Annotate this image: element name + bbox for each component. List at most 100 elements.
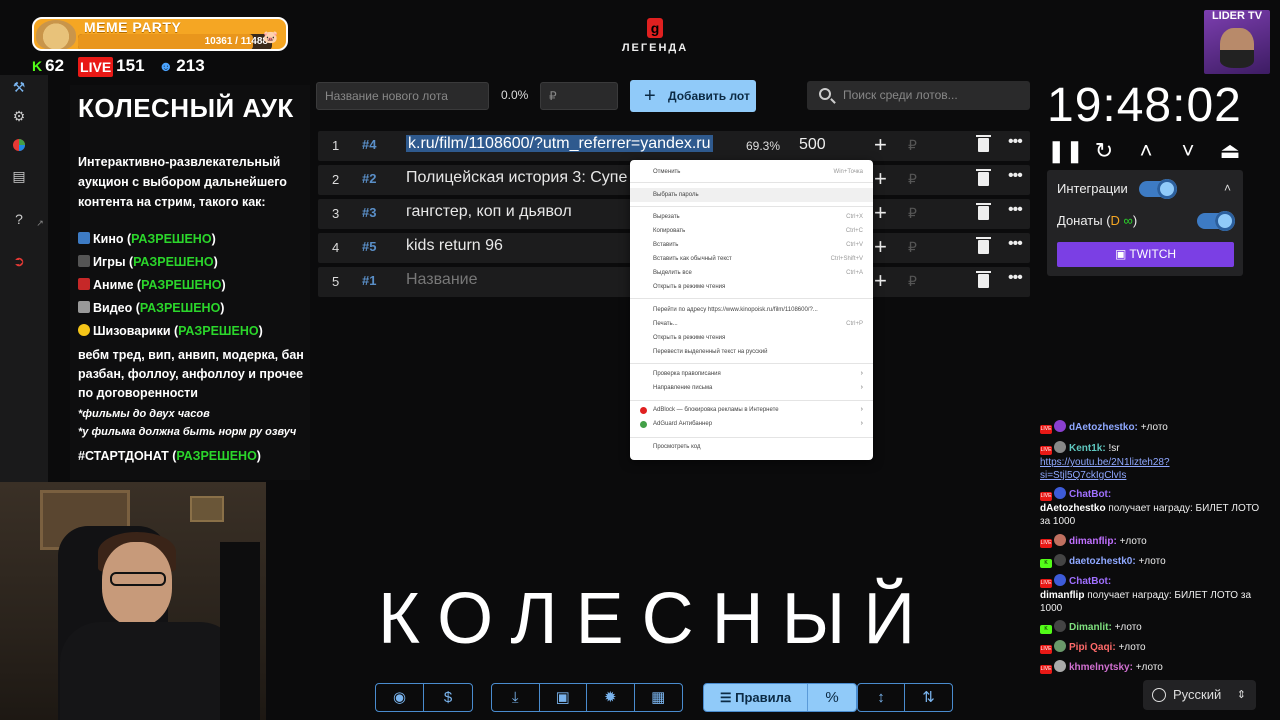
menu-item-select-password[interactable]: Выбрать пароль [653, 192, 699, 198]
menu-item-copy[interactable]: Копировать [653, 228, 685, 234]
avatar [1054, 441, 1066, 453]
menu-item-print[interactable]: Печать... [653, 321, 678, 327]
menu-item-reading-mode-2[interactable]: Открыть в режиме чтения [653, 335, 725, 341]
donate-dollar-icon[interactable]: $ [424, 684, 472, 711]
save-icon[interactable]: ▣ [540, 684, 587, 711]
chat-username[interactable]: daetozhestk0: [1069, 556, 1136, 567]
new-lot-amount-input[interactable]: ₽ [540, 82, 618, 110]
chat-username[interactable]: dAetozhestko: [1069, 422, 1138, 433]
chat-link[interactable]: https://youtu.be/2N1lizteh28?si=Stjl5Q7c… [1040, 457, 1170, 481]
chevron-up-icon[interactable]: ˄ [1224, 181, 1231, 195]
pause-icon[interactable]: ❚❚ [1047, 138, 1084, 164]
add-amount-icon[interactable]: + [874, 268, 887, 294]
compress-icon[interactable]: ↕ [858, 684, 906, 711]
info-item-label: Кино ( [93, 232, 132, 246]
rub-input[interactable]: ₽ [908, 239, 917, 256]
menu-item-adblock[interactable]: AdBlock — блокировка рекламы в Интернете [653, 407, 779, 413]
rub-input[interactable]: ₽ [908, 171, 917, 188]
donations-toggle[interactable] [1197, 211, 1235, 231]
more-icon[interactable]: ••• [1008, 133, 1023, 151]
bug-icon[interactable]: ✹ [587, 684, 635, 711]
menu-separator [630, 182, 873, 183]
menu-item-cut[interactable]: Вырезать [653, 214, 680, 220]
more-icon[interactable]: ••• [1008, 167, 1023, 185]
chat-username[interactable]: khmelnytsky: [1069, 662, 1133, 673]
menu-item-translate[interactable]: Перевести выделенный текст на русский [653, 349, 767, 355]
lot-number: 4 [332, 240, 340, 255]
chat-username[interactable]: Kent1k: [1069, 443, 1106, 454]
menu-item-undo[interactable]: Отменить [653, 169, 680, 175]
menu-item-goto[interactable]: Перейти по адресу https://www.kinopoisk.… [653, 307, 818, 313]
menu-item-spellcheck[interactable]: Проверка правописания [653, 371, 721, 377]
avatar [1054, 534, 1066, 546]
add-amount-icon[interactable]: + [874, 166, 887, 192]
rules-button[interactable]: ☰ Правила [704, 684, 808, 711]
trash-icon[interactable] [976, 203, 991, 220]
live-badge-icon: LIVE [1040, 539, 1052, 548]
trash-icon[interactable] [976, 169, 991, 186]
time-double-up-icon[interactable]: ⏏ [1215, 138, 1245, 164]
wall-painting-small [190, 496, 224, 522]
lot-amount[interactable]: 500 [799, 136, 826, 154]
download-icon[interactable]: ⤓ [492, 684, 540, 711]
chat-username[interactable]: ChatBot: [1069, 489, 1111, 500]
kick-badge-icon: K [1040, 625, 1052, 634]
search-lots-input[interactable]: Поиск среди лотов... [807, 81, 1030, 110]
rub-input[interactable]: ₽ [908, 273, 917, 290]
info-item-tail: ) [221, 278, 226, 292]
reset-icon[interactable]: ↻ [1089, 138, 1119, 164]
rub-input[interactable]: ₽ [908, 137, 917, 154]
chat-username[interactable]: dAetozhestko [1040, 503, 1106, 514]
menu-item-paste-plain[interactable]: Вставить как обычный текст [653, 256, 732, 262]
twitch-button[interactable]: ▣ TWITCH [1057, 242, 1234, 267]
more-icon[interactable]: ••• [1008, 269, 1023, 287]
menu-item-paste[interactable]: Вставить [653, 242, 678, 248]
sort-icon[interactable]: ⇅ [905, 684, 952, 711]
info-item-status: РАЗРЕШЕНО [141, 278, 222, 292]
trash-icon[interactable] [976, 271, 991, 288]
lot-name-input[interactable]: k.ru/film/1108600/?utm_referrer=yandex.r… [406, 135, 726, 153]
menu-item-inspect[interactable]: Просмотреть код [653, 444, 700, 450]
chat-username[interactable]: Pipi Qaqi: [1069, 642, 1116, 653]
chat-username[interactable]: dimanflip [1040, 590, 1084, 601]
clipboard-icon[interactable]: ▤ [11, 168, 27, 184]
avatar [1054, 660, 1066, 672]
add-amount-icon[interactable]: + [874, 234, 887, 260]
time-up-icon[interactable]: ˄ [1131, 138, 1161, 164]
microphone [220, 542, 260, 720]
external-link-icon[interactable]: ↗ [32, 215, 48, 231]
pie-chart-icon[interactable] [11, 138, 27, 154]
lot-id: #2 [362, 171, 377, 186]
meme-progress-bar: 10361 / 11488 [78, 34, 272, 49]
add-amount-icon[interactable]: + [874, 132, 887, 158]
trash-icon[interactable] [976, 237, 991, 254]
percent-toggle[interactable]: % [808, 684, 856, 711]
gavel-icon[interactable]: ⚒ [11, 79, 27, 95]
menu-item-adguard[interactable]: AdGuard Антибаннер [653, 421, 712, 427]
menu-item-reading-mode[interactable]: Открыть в режиме чтения [653, 284, 725, 290]
add-amount-icon[interactable]: + [874, 200, 887, 226]
new-lot-input[interactable]: Название нового лота [316, 82, 489, 110]
language-select[interactable]: Русский ⇕ [1143, 680, 1256, 710]
chat-username[interactable]: ChatBot: [1069, 576, 1111, 587]
chat-username[interactable]: Dimanlit: [1069, 622, 1112, 633]
help-icon[interactable]: ? [11, 211, 27, 227]
more-icon[interactable]: ••• [1008, 235, 1023, 253]
clear-icon[interactable]: ▦ [635, 684, 682, 711]
more-icon[interactable]: ••• [1008, 201, 1023, 219]
time-down-icon[interactable]: ˅ [1173, 138, 1203, 164]
chat-username[interactable]: dimanflip: [1069, 536, 1117, 547]
donations-label: Донаты (D ∞) [1057, 213, 1137, 228]
gear-icon[interactable]: ⚙ [11, 108, 27, 124]
menu-item-select-all[interactable]: Выделить все [653, 270, 692, 276]
trash-icon[interactable] [976, 135, 991, 152]
integrations-toggle[interactable] [1139, 179, 1177, 199]
startdonat-tail: ) [256, 449, 261, 463]
menu-item-direction[interactable]: Направление письма [653, 385, 712, 391]
logout-icon[interactable]: ➲ [11, 253, 27, 269]
rub-input[interactable]: ₽ [908, 205, 917, 222]
add-lot-button[interactable]: + Добавить лот [630, 80, 756, 112]
github-icon[interactable]: ◉ [376, 684, 424, 711]
bot-avatar [1054, 574, 1066, 586]
live-badge-icon: LIVE [1040, 446, 1052, 455]
